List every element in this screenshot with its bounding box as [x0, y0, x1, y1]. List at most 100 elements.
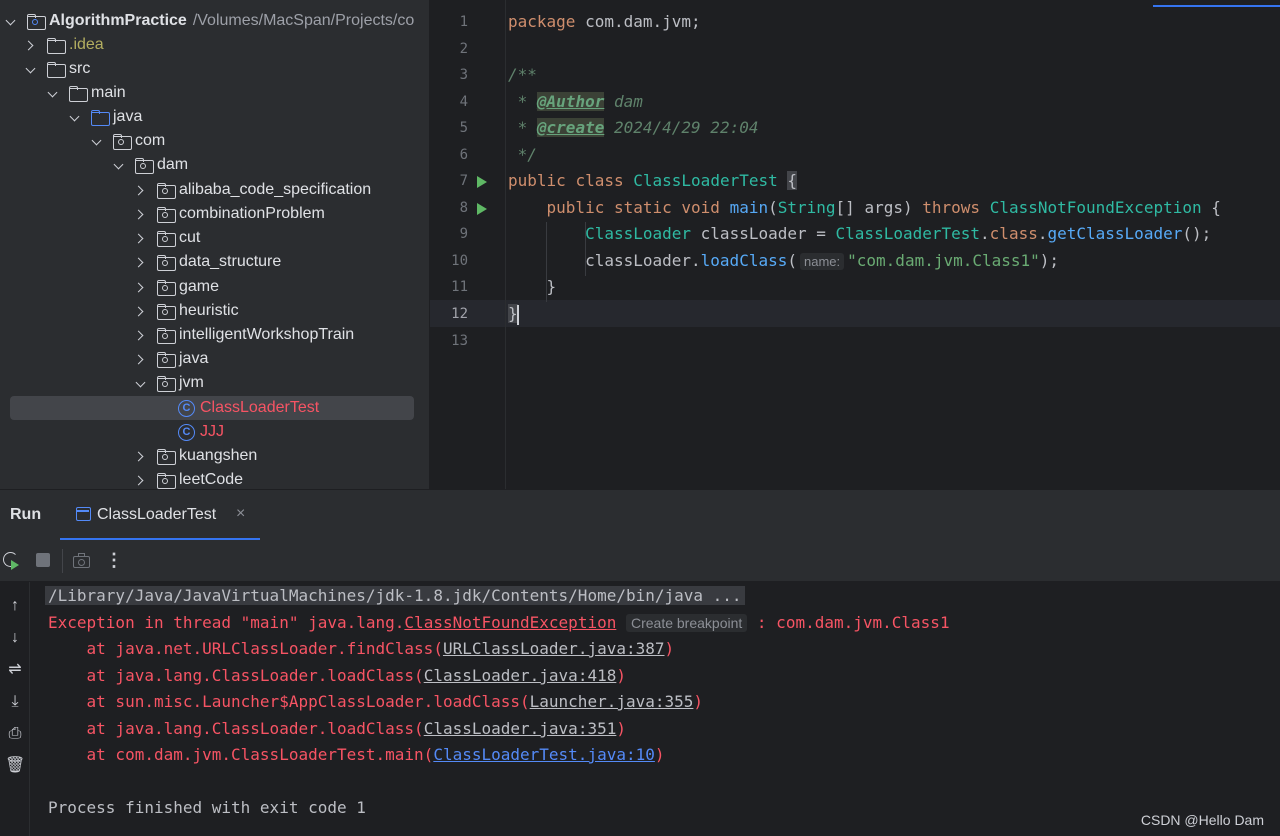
- tree-item-com[interactable]: com: [0, 129, 429, 153]
- chevron-right-icon[interactable]: [134, 473, 148, 487]
- tree-item-java-src[interactable]: java: [0, 105, 429, 129]
- package-icon: [157, 183, 176, 199]
- tree-item-cut[interactable]: cut: [0, 226, 429, 250]
- run-panel-title: Run: [10, 506, 42, 523]
- tree-item-classloadertest[interactable]: C ClassLoaderTest: [0, 396, 429, 420]
- code-line: classLoader.loadClass(name: "com.dam.jvm.…: [508, 251, 1059, 270]
- tree-item-combination[interactable]: combinationProblem: [0, 202, 429, 226]
- line-number: 4: [459, 94, 468, 110]
- tree-item-src[interactable]: src: [0, 57, 429, 81]
- code-token: classLoader =: [691, 224, 836, 243]
- chevron-right-icon[interactable]: [134, 255, 148, 269]
- tree-item-java-pkg[interactable]: java: [0, 347, 429, 371]
- chevron-right-icon[interactable]: [134, 207, 148, 221]
- tree-item-jjj[interactable]: C JJJ: [0, 420, 429, 444]
- chevron-right-icon[interactable]: [134, 328, 148, 342]
- rerun-button[interactable]: [2, 551, 22, 571]
- chevron-down-icon[interactable]: [112, 158, 126, 172]
- stop-button[interactable]: [34, 551, 54, 571]
- watermark: CSDN @Hello Dam: [1140, 812, 1264, 828]
- tree-item-data-structure[interactable]: data_structure: [0, 250, 429, 274]
- code-token: );: [1039, 251, 1060, 270]
- code-token: dam: [604, 92, 643, 111]
- line-number: 10: [451, 253, 468, 269]
- chevron-right-icon[interactable]: [24, 38, 38, 52]
- tree-item-idea[interactable]: .idea: [0, 33, 429, 57]
- stack-text: at java.net.URLClassLoader.findClass(: [48, 639, 443, 658]
- tree-item-label: ClassLoaderTest: [200, 399, 320, 416]
- stack-source-link[interactable]: ClassLoader.java:351: [424, 719, 617, 738]
- chevron-right-icon[interactable]: [134, 231, 148, 245]
- package-icon: [157, 449, 176, 465]
- package-icon: [157, 280, 176, 296]
- tree-item-heuristic[interactable]: heuristic: [0, 299, 429, 323]
- scroll-to-end-icon[interactable]: ⤓: [5, 692, 25, 712]
- stack-source-link[interactable]: Launcher.java:355: [530, 692, 694, 711]
- trash-icon[interactable]: 🗑: [5, 756, 25, 776]
- chevron-right-icon[interactable]: [134, 449, 148, 463]
- package-icon: [113, 134, 132, 150]
- chevron-down-icon[interactable]: [24, 62, 38, 76]
- stack-source-link[interactable]: ClassLoader.java:418: [424, 666, 617, 685]
- stack-source-link[interactable]: ClassLoaderTest.java:10: [433, 745, 655, 764]
- folder-icon: [47, 62, 66, 78]
- chevron-down-icon[interactable]: [4, 14, 18, 28]
- exception-class-link[interactable]: ClassNotFoundException: [404, 613, 616, 632]
- soft-wrap-icon[interactable]: ⇌: [5, 660, 25, 680]
- run-class-icon[interactable]: [477, 176, 487, 188]
- code-token: public: [546, 198, 605, 217]
- code-token: "com.dam.jvm.Class1": [847, 251, 1040, 270]
- tree-item-dam[interactable]: dam: [0, 153, 429, 177]
- code-editor[interactable]: 1 2 3 4 5 6 7 8 9 10 11 12 13 package co…: [430, 0, 1280, 489]
- chevron-right-icon[interactable]: [134, 183, 148, 197]
- code-token: @Author: [536, 92, 605, 111]
- package-icon: [157, 352, 176, 368]
- line-number: 13: [451, 333, 468, 349]
- print-icon[interactable]: ⎙: [5, 724, 25, 744]
- create-breakpoint-hint[interactable]: Create breakpoint: [625, 614, 748, 632]
- package-icon: [157, 328, 176, 344]
- run-main-icon[interactable]: [477, 203, 487, 215]
- command-line[interactable]: /Library/Java/JavaVirtualMachines/jdk-1.…: [45, 586, 745, 605]
- tree-item-label: dam: [157, 156, 189, 173]
- package-icon: [157, 473, 176, 489]
- stack-frame: at com.dam.jvm.ClassLoaderTest.main(Clas…: [48, 745, 665, 764]
- exception-text: : com.dam.jvm.Class1: [747, 613, 950, 632]
- chevron-down-icon[interactable]: [68, 110, 82, 124]
- chevron-right-icon[interactable]: [134, 352, 148, 366]
- code-line: }: [508, 277, 557, 296]
- arrow-down-icon[interactable]: ↓: [5, 628, 25, 648]
- tree-item-game[interactable]: game: [0, 275, 429, 299]
- chevron-down-icon[interactable]: [134, 376, 148, 390]
- tree-item-kuangshen[interactable]: kuangshen: [0, 444, 429, 468]
- code-line: public static void main(String[] args) t…: [546, 198, 1221, 217]
- more-options-button[interactable]: ⋮: [104, 551, 124, 571]
- tree-item-main[interactable]: main: [0, 81, 429, 105]
- arrow-up-icon[interactable]: ↑: [5, 596, 25, 616]
- tree-item-workshop[interactable]: intelligentWorkshopTrain: [0, 323, 429, 347]
- camera-icon[interactable]: [72, 551, 92, 571]
- stack-source-link[interactable]: URLClassLoader.java:387: [443, 639, 665, 658]
- chevron-down-icon[interactable]: [46, 86, 60, 100]
- tree-item-label: combinationProblem: [179, 205, 325, 222]
- stack-text: at sun.misc.Launcher$AppClassLoader.load…: [48, 692, 530, 711]
- tree-item-label: main: [91, 84, 126, 101]
- chevron-right-icon[interactable]: [134, 304, 148, 318]
- stack-text: ): [693, 692, 704, 711]
- package-icon: [157, 207, 176, 223]
- close-icon[interactable]: ×: [236, 505, 245, 523]
- package-icon: [157, 231, 176, 247]
- package-icon: [157, 255, 176, 271]
- tree-item-label: com: [135, 132, 166, 149]
- tree-item-jvm[interactable]: jvm: [0, 371, 429, 395]
- chevron-right-icon[interactable]: [134, 280, 148, 294]
- tab-classloadertest[interactable]: ClassLoaderTest ×: [60, 490, 260, 541]
- tree-item-label: src: [69, 60, 91, 77]
- console-output[interactable]: /Library/Java/JavaVirtualMachines/jdk-1.…: [30, 582, 1280, 836]
- tree-item-label: heuristic: [179, 302, 239, 319]
- tree-item-leetcode[interactable]: leetCode: [0, 468, 429, 489]
- project-name: AlgorithmPractice: [49, 12, 187, 29]
- tree-root-row[interactable]: AlgorithmPractice /Volumes/MacSpan/Proje…: [0, 9, 429, 33]
- chevron-down-icon[interactable]: [90, 134, 104, 148]
- tree-item-alibaba[interactable]: alibaba_code_specification: [0, 178, 429, 202]
